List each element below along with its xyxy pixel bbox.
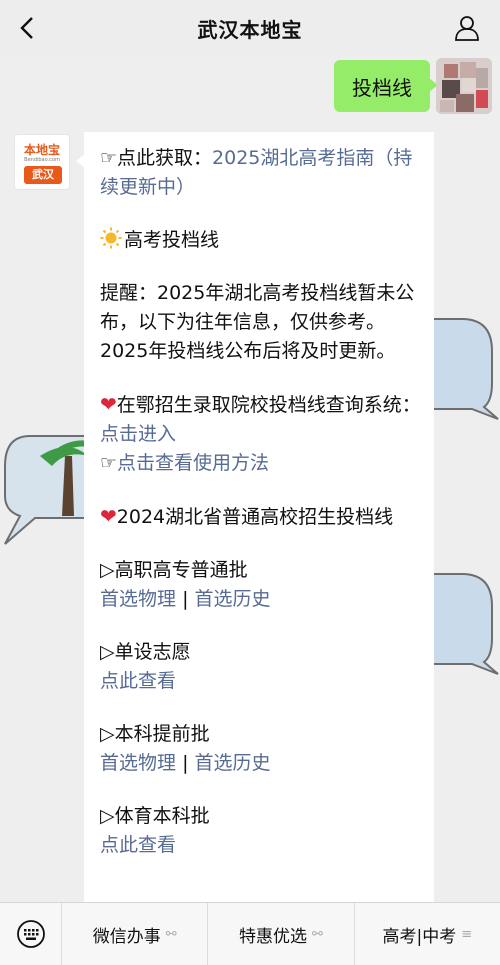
query-text: 在鄂招生录取院校投档线查询系统：: [116, 394, 421, 416]
menu-wechat-services[interactable]: 微信办事 ⚯: [62, 903, 209, 965]
menu-label: 微信办事: [92, 926, 161, 947]
link-history[interactable]: 首选历史: [195, 752, 271, 774]
link-separator: |: [182, 752, 189, 774]
keyboard-toggle[interactable]: [0, 903, 62, 965]
person-icon: [455, 16, 479, 41]
menu-lines-icon: ≡: [461, 926, 473, 942]
link-icon: ⚯: [165, 926, 177, 942]
chat-area[interactable]: 投档线 本地宝 Bendibao.com 武汉 ☞点此获取：2025湖北高考指南…: [0, 56, 500, 902]
section-title-single: ▷单设志愿: [100, 641, 191, 663]
chevron-left-icon: [20, 17, 33, 39]
menu-label: 特惠优选: [239, 926, 308, 947]
back-button[interactable]: [14, 14, 42, 42]
section-title-vocational: ▷高职高专普通批: [100, 559, 248, 581]
year-title: 2024湖北省普通高校招生投档线: [116, 506, 394, 528]
official-account-avatar[interactable]: 本地宝 Bendibao.com 武汉: [14, 134, 70, 190]
outgoing-message-text: 投档线: [352, 75, 412, 100]
bottom-menu: 微信办事 ⚯ 特惠优选 ⚯ 高考|中考 ≡: [0, 902, 500, 965]
profile-button[interactable]: [454, 15, 480, 41]
avatar-city: 武汉: [24, 166, 62, 184]
decorative-bubble-right-top: [432, 318, 499, 420]
guide-prefix: ☞点此获取：: [100, 147, 213, 169]
nav-header: 武汉本地宝: [0, 0, 500, 56]
page-title: 武汉本地宝: [197, 17, 303, 42]
section-title: 高考投档线: [124, 229, 220, 251]
message-content: ☞点此获取：2025湖北高考指南（持续更新中） 高考投档线 提醒：2025年湖北…: [100, 144, 424, 860]
link-history[interactable]: 首选历史: [195, 588, 271, 610]
menu-exams[interactable]: 高考|中考 ≡: [355, 903, 500, 965]
menu-special-offers[interactable]: 特惠优选 ⚯: [208, 903, 355, 965]
sun-icon: [100, 227, 122, 249]
section-title-undergrad-early: ▷本科提前批: [100, 723, 210, 745]
heart-icon: ❤: [100, 392, 117, 416]
howto-prefix: ☞: [100, 452, 118, 474]
link-separator: |: [182, 588, 189, 610]
link-view[interactable]: 点此查看: [100, 834, 176, 856]
decorative-bubble-right-bottom: [432, 573, 499, 675]
link-physics[interactable]: 首选物理: [100, 752, 176, 774]
section-title-sports: ▷体育本科批: [100, 805, 210, 827]
menu-label: 高考|中考: [382, 926, 457, 947]
avatar-site: Bendibao.com: [24, 157, 60, 163]
link-icon: ⚯: [312, 926, 323, 942]
keyboard-icon: [16, 920, 45, 948]
decorative-bubble-left: [4, 435, 90, 545]
howto-link[interactable]: 点击查看使用方法: [117, 452, 269, 474]
avatar-brand: 本地宝: [23, 143, 60, 157]
heart-icon: ❤: [100, 504, 117, 528]
link-view[interactable]: 点此查看: [100, 670, 176, 692]
outgoing-message-bubble[interactable]: 投档线: [334, 60, 438, 112]
query-link[interactable]: 点击进入: [100, 423, 176, 445]
link-physics[interactable]: 首选物理: [100, 588, 176, 610]
reminder-text: 提醒：2025年湖北高考投档线暂未公布，以下为往年信息，仅供参考。2025年投档…: [100, 282, 415, 362]
incoming-message-bubble: ☞点此获取：2025湖北高考指南（持续更新中） 高考投档线 提醒：2025年湖北…: [76, 132, 434, 902]
blurred-avatar-image: [436, 58, 492, 114]
user-avatar[interactable]: [436, 58, 492, 114]
